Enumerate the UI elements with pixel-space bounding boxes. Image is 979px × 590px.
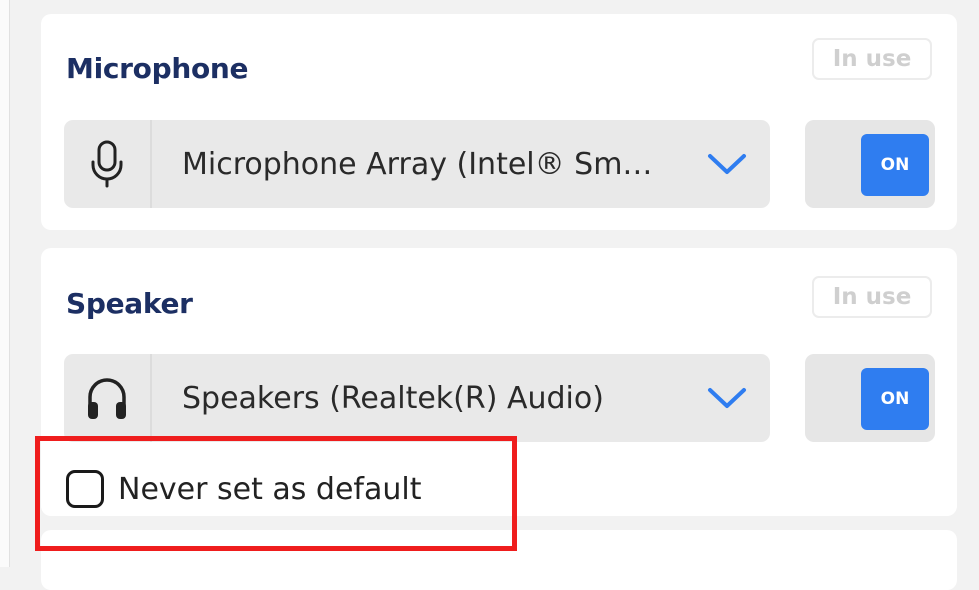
microphone-status-badge: In use (812, 38, 932, 80)
speaker-device-select[interactable]: Speakers (Realtek(R) Audio) (64, 354, 770, 442)
microphone-card: Microphone In use Microphone Array (Inte… (41, 14, 957, 230)
speaker-section-title: Speaker (66, 287, 193, 320)
speaker-device-name: Speakers (Realtek(R) Audio) (182, 380, 604, 416)
highlight-box (35, 436, 517, 551)
speaker-toggle[interactable]: ON (805, 354, 935, 442)
microphone-icon (64, 120, 152, 208)
chevron-down-icon[interactable] (706, 384, 748, 412)
microphone-toggle[interactable]: ON (805, 120, 935, 208)
speaker-toggle-knob: ON (861, 368, 929, 430)
microphone-section-title: Microphone (66, 52, 249, 85)
microphone-device-select[interactable]: Microphone Array (Intel® Sm… (64, 120, 770, 208)
chevron-down-icon[interactable] (706, 150, 748, 178)
window-left-edge (0, 0, 10, 567)
microphone-toggle-knob: ON (861, 134, 929, 196)
microphone-device-name: Microphone Array (Intel® Sm… (182, 146, 653, 182)
speaker-status-badge: In use (812, 276, 932, 318)
headphones-icon (64, 354, 152, 442)
